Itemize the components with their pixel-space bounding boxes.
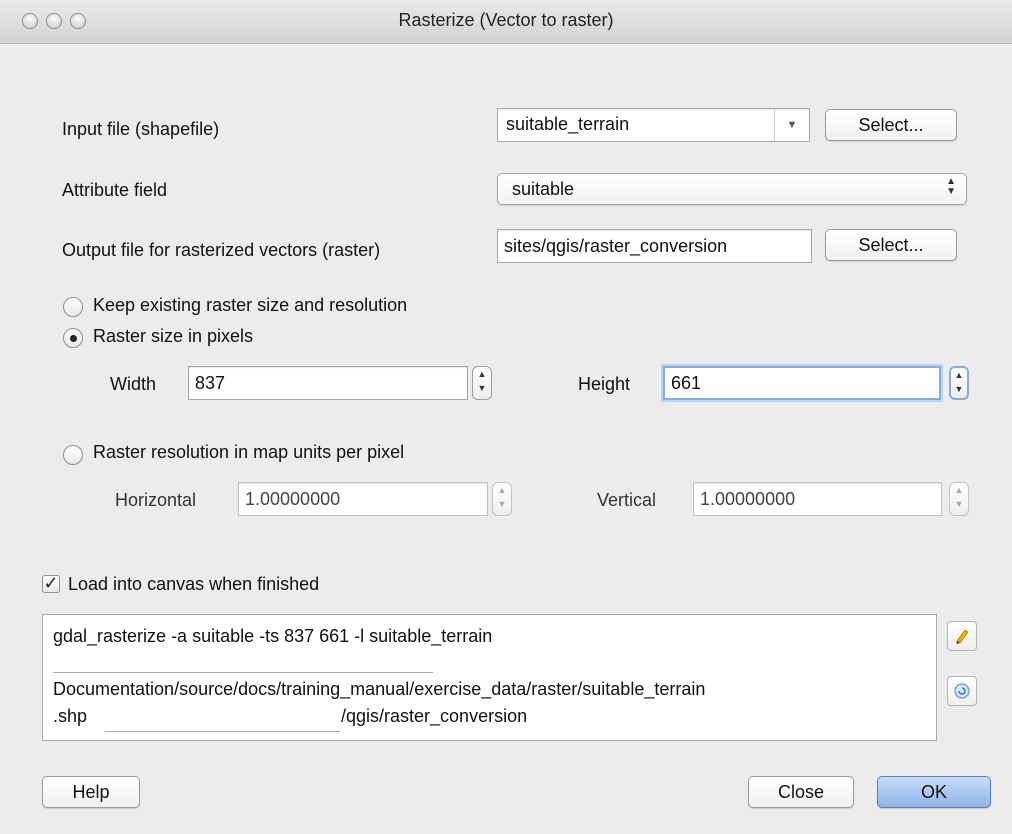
command-line-3a: .shp	[53, 706, 88, 726]
command-textbox[interactable]: gdal_rasterize -a suitable -ts 837 661 -…	[42, 614, 937, 741]
command-line-1: gdal_rasterize -a suitable -ts 837 661 -…	[53, 626, 493, 646]
resolution-radio[interactable]	[63, 445, 83, 465]
height-stepper[interactable]: ▲ ▼	[949, 366, 969, 400]
raster-size-radio[interactable]	[63, 328, 83, 348]
output-file-label: Output file for rasterized vectors (rast…	[62, 240, 381, 260]
redacted-path-segment	[105, 731, 340, 732]
horizontal-stepper[interactable]: ▲ ▼	[492, 482, 512, 516]
command-line-2: Documentation/source/docs/training_manua…	[53, 679, 706, 699]
height-label: Height	[578, 374, 631, 394]
keep-existing-radio[interactable]	[63, 297, 83, 317]
width-value[interactable]: 837	[195, 373, 225, 394]
title-bar: Rasterize (Vector to raster)	[0, 0, 1012, 44]
output-file-value[interactable]: sites/qgis/raster_conversion	[504, 236, 727, 257]
input-file-value[interactable]: suitable_terrain	[506, 114, 629, 135]
attribute-field-value: suitable	[512, 179, 575, 199]
vertical-label: Vertical	[597, 490, 657, 510]
command-line-3b: /qgis/raster_conversion	[341, 706, 528, 726]
input-file-label: Input file (shapefile)	[62, 119, 220, 139]
window-title: Rasterize (Vector to raster)	[398, 10, 614, 30]
raster-size-label[interactable]: Raster size in pixels	[93, 326, 253, 347]
input-file-select-button[interactable]: Select...	[825, 109, 957, 141]
edit-command-button[interactable]	[947, 621, 977, 651]
attribute-field-label: Attribute field	[62, 180, 168, 200]
width-label: Width	[110, 374, 157, 394]
dropdown-arrow-icon[interactable]: ▼	[774, 109, 809, 141]
attribute-field-select[interactable]: suitable ▲ ▼	[497, 173, 967, 205]
horizontal-field[interactable]: 1.00000000	[238, 482, 488, 516]
updown-chevron-icon: ▲ ▼	[946, 176, 956, 197]
help-button[interactable]: Help	[42, 776, 140, 808]
ok-button[interactable]: OK	[877, 776, 991, 808]
output-file-select-button[interactable]: Select...	[825, 229, 957, 261]
width-field[interactable]: 837	[188, 366, 468, 400]
reset-icon	[954, 683, 970, 699]
height-value[interactable]: 661	[671, 373, 701, 394]
horizontal-label: Horizontal	[115, 490, 197, 510]
input-file-combo[interactable]: suitable_terrain ▼	[497, 108, 810, 142]
width-stepper[interactable]: ▲ ▼	[472, 366, 492, 400]
height-field[interactable]: 661	[663, 366, 941, 400]
resolution-label[interactable]: Raster resolution in map units per pixel	[93, 442, 404, 463]
pencil-icon	[956, 629, 969, 644]
load-canvas-checkbox[interactable]: ✓	[42, 574, 60, 593]
horizontal-value[interactable]: 1.00000000	[245, 489, 340, 510]
reset-command-button[interactable]	[947, 676, 977, 706]
output-file-field[interactable]: sites/qgis/raster_conversion	[497, 229, 812, 263]
load-canvas-label[interactable]: Load into canvas when finished	[68, 574, 319, 595]
close-button[interactable]: Close	[748, 776, 854, 808]
vertical-value[interactable]: 1.00000000	[700, 489, 795, 510]
keep-existing-label[interactable]: Keep existing raster size and resolution	[93, 295, 407, 316]
vertical-field[interactable]: 1.00000000	[693, 482, 942, 516]
redacted-path-segment	[53, 672, 433, 673]
vertical-stepper[interactable]: ▲ ▼	[949, 482, 969, 516]
